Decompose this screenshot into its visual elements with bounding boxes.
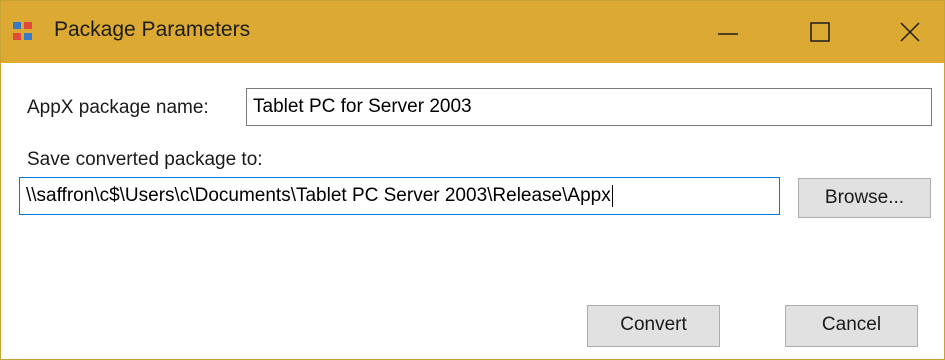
- close-button[interactable]: [875, 1, 945, 63]
- package-name-input[interactable]: Tablet PC for Server 2003: [246, 88, 932, 126]
- browse-button[interactable]: Browse...: [798, 178, 931, 218]
- save-path-label: Save converted package to:: [27, 149, 263, 170]
- close-icon: [900, 22, 920, 42]
- cancel-button[interactable]: Cancel: [785, 305, 918, 347]
- save-path-value: \\saffron\c$\Users\c\Documents\Tablet PC…: [26, 185, 611, 206]
- dialog-window: Package Parameters AppX package name: Ta…: [0, 0, 945, 360]
- text-caret: [611, 184, 613, 207]
- save-path-input[interactable]: \\saffron\c$\Users\c\Documents\Tablet PC…: [19, 177, 780, 215]
- maximize-icon: [810, 22, 830, 42]
- window-title: Package Parameters: [54, 18, 251, 41]
- minimize-icon: [718, 33, 738, 35]
- package-name-label: AppX package name:: [27, 97, 209, 118]
- app-window-icon: [13, 22, 34, 42]
- convert-button[interactable]: Convert: [587, 305, 720, 347]
- minimize-button[interactable]: [693, 1, 763, 63]
- maximize-button[interactable]: [785, 1, 855, 63]
- title-bar[interactable]: Package Parameters: [1, 1, 944, 63]
